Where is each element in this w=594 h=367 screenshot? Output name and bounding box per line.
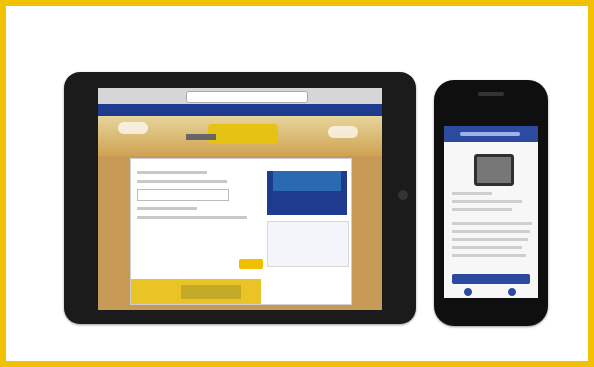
tractor-image (181, 285, 241, 299)
sidebar-column (267, 165, 349, 267)
app-text-line (452, 208, 512, 211)
app-text-line (452, 246, 522, 249)
form-column (137, 165, 263, 269)
website-hero-banner (98, 116, 382, 156)
phone-screen (444, 126, 538, 298)
app-text-line (452, 238, 528, 241)
app-primary-button[interactable] (452, 274, 530, 284)
app-header (444, 126, 538, 142)
smartphone-device (434, 80, 548, 326)
yellow-border-frame (0, 0, 594, 367)
cloud-icon (118, 122, 148, 134)
featured-image (273, 171, 341, 191)
app-header-title-bar (460, 132, 520, 136)
tablet-home-button (398, 190, 408, 200)
form-input-field[interactable] (137, 189, 229, 201)
app-text-line (452, 230, 530, 233)
website-content-panel (130, 158, 352, 305)
cloud-icon (328, 126, 358, 138)
phone-speaker (478, 92, 504, 96)
tablet-device (64, 72, 416, 324)
tablet-screen (98, 88, 382, 310)
gps-device-icon (474, 154, 514, 186)
combine-harvester-icon (186, 124, 278, 144)
app-text-line (452, 254, 526, 257)
app-nav-icon[interactable] (508, 288, 516, 296)
form-text-line (137, 216, 247, 219)
form-submit-button[interactable] (239, 259, 263, 269)
browser-toolbar (98, 88, 382, 105)
app-nav-icon[interactable] (464, 288, 472, 296)
app-text-line (452, 200, 522, 203)
form-text-line (137, 171, 207, 174)
website-navbar (98, 104, 382, 116)
form-text-line (137, 207, 197, 210)
address-bar[interactable] (186, 91, 308, 103)
white-background (6, 6, 588, 361)
promo-banner[interactable] (131, 279, 261, 304)
form-text-line (137, 180, 227, 183)
app-text-line (452, 222, 532, 225)
app-text-line (452, 192, 492, 195)
featured-image-card[interactable] (267, 171, 347, 215)
info-card[interactable] (267, 221, 349, 267)
